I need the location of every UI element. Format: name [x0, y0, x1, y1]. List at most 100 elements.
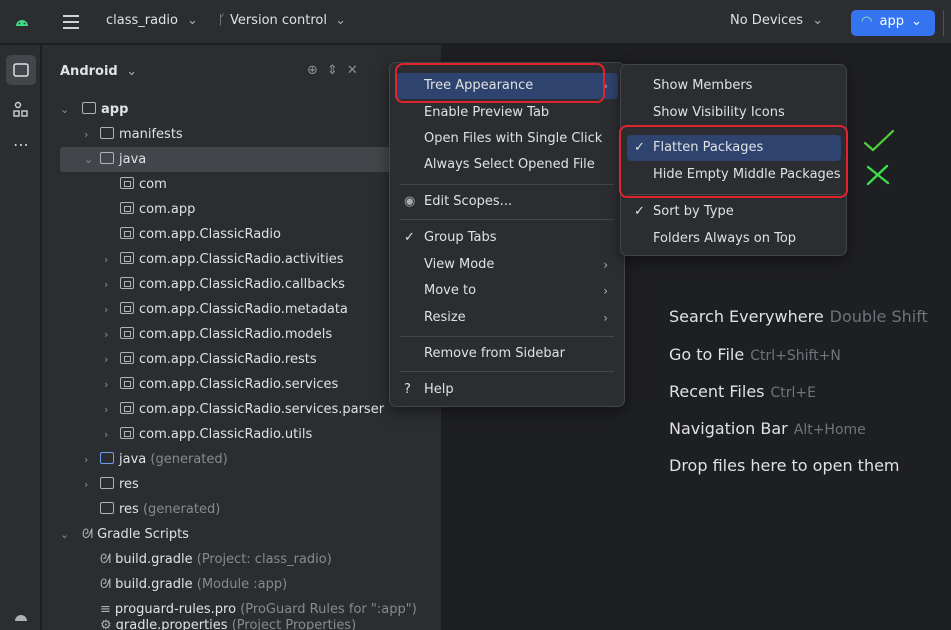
panel-view-selector[interactable]: Android ⌄ [60, 64, 137, 79]
tree-node-package[interactable]: › com.app.ClassicRadio.services.parser [42, 397, 442, 422]
tree-node-java-generated[interactable]: › java (generated) [42, 447, 442, 472]
chevron-right-icon[interactable]: › [104, 247, 108, 272]
tree-node-res[interactable]: › res [42, 472, 442, 497]
package-icon [120, 427, 134, 439]
tree-node-package[interactable]: com [42, 172, 442, 197]
project-selector[interactable]: class_radio ⌄ [106, 13, 198, 28]
tree-label: Gradle Scripts [97, 527, 189, 542]
tree-label: proguard-rules.pro [114, 602, 237, 617]
chevron-right-icon[interactable]: › [84, 122, 88, 147]
tree-node-package[interactable]: › com.app.ClassicRadio.callbacks [42, 272, 442, 297]
structure-tool-button[interactable] [6, 95, 36, 125]
menu-item-open-single-click[interactable]: Open Files with Single Click [396, 126, 618, 152]
main-menu-button[interactable] [60, 11, 82, 33]
menu-item-enable-preview-tab[interactable]: Enable Preview Tab [396, 100, 618, 126]
package-icon [120, 327, 134, 339]
tree-node-package[interactable]: com.app.ClassicRadio [42, 222, 442, 247]
annotation-check-icon [863, 129, 895, 152]
tree-label: res [119, 502, 139, 517]
hint-shortcut: Double Shift [829, 307, 928, 326]
android-logo-icon[interactable] [14, 14, 30, 30]
menu-item-move-to[interactable]: Move to › [396, 278, 618, 304]
chevron-right-icon: › [603, 311, 608, 325]
tree-node-package[interactable]: › com.app.ClassicRadio.models [42, 322, 442, 347]
tree-node-gradle-scripts[interactable]: ⌄ ᘛ Gradle Scripts [42, 522, 442, 547]
resource-folder-icon [100, 502, 114, 514]
navigation-bar-hint[interactable]: Navigation Bar Alt+Home [669, 419, 866, 438]
chevron-right-icon[interactable]: › [104, 272, 108, 297]
more-tools-button[interactable]: ⋯ [6, 135, 36, 165]
tree-node-file[interactable]: ⚙ gradle.properties (Project Properties) [42, 619, 442, 630]
package-icon [120, 302, 134, 314]
submenu-item-sort-by-type[interactable]: ✓ Sort by Type [627, 199, 841, 225]
menu-item-edit-scopes[interactable]: ◉ Edit Scopes... [396, 189, 618, 215]
chevron-right-icon[interactable]: › [104, 347, 108, 372]
tree-node-java[interactable]: ⌄ java [60, 147, 408, 172]
package-icon [120, 402, 134, 414]
tree-node-package[interactable]: › com.app.ClassicRadio.activities [42, 247, 442, 272]
menu-item-group-tabs[interactable]: ✓ Group Tabs [396, 225, 618, 251]
menu-item-resize[interactable]: Resize › [396, 305, 618, 331]
devices-label: No Devices [730, 13, 804, 28]
chevron-right-icon[interactable]: › [104, 297, 108, 322]
version-control-menu[interactable]: ᚴ Version control ⌄ [218, 13, 346, 28]
generated-folder-icon [100, 452, 114, 464]
menu-separator [400, 184, 614, 185]
tree-node-app[interactable]: ⌄ app [42, 97, 442, 122]
menu-item-help[interactable]: ? Help [396, 377, 618, 403]
hint-shortcut: Alt+Home [793, 422, 866, 438]
chevron-right-icon[interactable]: › [104, 397, 108, 422]
chevron-down-icon[interactable]: ⌄ [60, 97, 69, 122]
chevron-right-icon[interactable]: › [104, 372, 108, 397]
menu-item-always-select-opened[interactable]: Always Select Opened File [396, 152, 618, 178]
tree-label: com.app.ClassicRadio [139, 227, 281, 242]
package-icon [120, 377, 134, 389]
menu-item-label: Remove from Sidebar [424, 346, 565, 361]
locate-icon[interactable]: ⊕ [307, 63, 327, 78]
tree-node-file[interactable]: ᘛ build.gradle (Module :app) [42, 572, 442, 597]
tree-node-package[interactable]: › com.app.ClassicRadio.utils [42, 422, 442, 447]
package-icon [120, 277, 134, 289]
tree-node-package[interactable]: › com.app.ClassicRadio.services [42, 372, 442, 397]
go-to-file-hint[interactable]: Go to File Ctrl+Shift+N [669, 345, 841, 364]
device-selector[interactable]: No Devices ⌄ [730, 13, 823, 28]
menu-item-label: Always Select Opened File [424, 157, 595, 172]
run-configuration-selector[interactable]: ◠ app ⌄ [851, 10, 935, 36]
tool-window-strip: ⋯ [0, 45, 41, 630]
structure-icon [13, 101, 28, 117]
tree-node-package[interactable]: › com.app.ClassicRadio.metadata [42, 297, 442, 322]
tree-node-manifests[interactable]: › manifests [42, 122, 442, 147]
chevron-right-icon[interactable]: › [104, 422, 108, 447]
project-name: class_radio [106, 13, 178, 28]
tree-node-file[interactable]: ᘛ build.gradle (Project: class_radio) [42, 547, 442, 572]
chevron-down-icon[interactable]: ⌄ [60, 522, 69, 547]
title-bar: class_radio ⌄ ᚴ Version control ⌄ No Dev… [0, 0, 951, 44]
tree-label: com.app.ClassicRadio.metadata [139, 302, 348, 317]
recent-files-hint[interactable]: Recent Files Ctrl+E [669, 382, 816, 401]
package-icon [120, 352, 134, 364]
menu-item-view-mode[interactable]: View Mode › [396, 252, 618, 278]
tree-label-extra: (ProGuard Rules for ":app") [240, 602, 417, 617]
tree-label: com.app.ClassicRadio.rests [139, 352, 317, 367]
chevron-right-icon[interactable]: › [84, 472, 88, 497]
tree-node-package[interactable]: › com.app.ClassicRadio.rests [42, 347, 442, 372]
android-app-icon: ◠ [861, 14, 873, 29]
submenu-item-show-visibility-icons[interactable]: Show Visibility Icons [627, 100, 841, 126]
submenu-item-folders-always-on-top[interactable]: Folders Always on Top [627, 226, 841, 252]
collapse-all-icon[interactable]: ✕ [347, 63, 367, 78]
search-everywhere-hint[interactable]: Search Everywhere Double Shift [669, 307, 928, 326]
chevron-right-icon[interactable]: › [104, 322, 108, 347]
menu-item-remove-from-sidebar[interactable]: Remove from Sidebar [396, 341, 618, 367]
tree-node-package[interactable]: com.app [42, 197, 442, 222]
project-tool-button[interactable] [6, 55, 36, 85]
chevron-right-icon[interactable]: › [84, 447, 88, 472]
submenu-item-show-members[interactable]: Show Members [627, 73, 841, 99]
bottom-tool-button[interactable] [6, 597, 36, 627]
tree-node-res-generated[interactable]: res (generated) [42, 497, 442, 522]
version-control-label: Version control [229, 13, 327, 28]
chevron-down-icon: ⌄ [187, 13, 198, 28]
expand-collapse-icon[interactable]: ⇕ [327, 63, 347, 78]
chevron-down-icon[interactable]: ⌄ [84, 147, 93, 172]
menu-item-label: Group Tabs [424, 230, 497, 245]
chevron-down-icon: ⌄ [812, 13, 824, 28]
